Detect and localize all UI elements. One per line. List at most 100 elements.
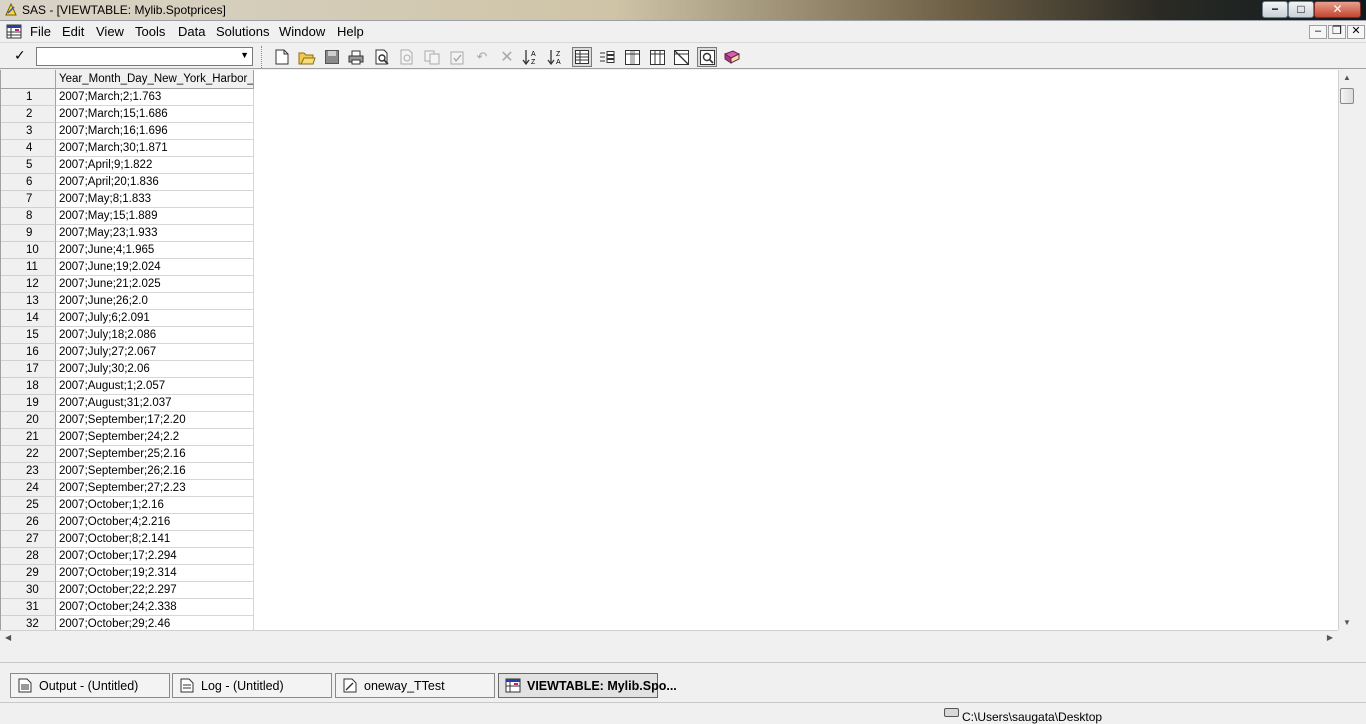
sort-descending-button[interactable]: ZA: [546, 47, 566, 67]
child-close-button[interactable]: ✕: [1347, 25, 1365, 39]
table-cell[interactable]: 2007;October;22;2.297: [56, 582, 254, 599]
table-cell[interactable]: 2007;October;24;2.338: [56, 599, 254, 616]
paste-button[interactable]: [447, 47, 467, 67]
find-button[interactable]: [697, 47, 717, 67]
print-button[interactable]: [346, 47, 366, 67]
minimize-button[interactable]: −: [1262, 1, 1288, 18]
row-number[interactable]: 30: [1, 582, 56, 599]
row-number[interactable]: 19: [1, 395, 56, 412]
table-cell[interactable]: 2007;October;29;2.46: [56, 616, 254, 630]
row-number[interactable]: 32: [1, 616, 56, 630]
row-number[interactable]: 18: [1, 378, 56, 395]
table-cell[interactable]: 2007;September;25;2.16: [56, 446, 254, 463]
row-number[interactable]: 7: [1, 191, 56, 208]
menu-edit[interactable]: Edit: [62, 24, 84, 39]
table-cell[interactable]: 2007;July;18;2.086: [56, 327, 254, 344]
scroll-up-icon[interactable]: ▲: [1339, 73, 1355, 82]
maximize-button[interactable]: □: [1288, 1, 1314, 18]
child-restore-button[interactable]: ❐: [1328, 25, 1346, 39]
tab-output[interactable]: Output - (Untitled): [10, 673, 170, 698]
row-number[interactable]: 3: [1, 123, 56, 140]
row-number[interactable]: 22: [1, 446, 56, 463]
table-cell[interactable]: 2007;May;15;1.889: [56, 208, 254, 225]
table-cell[interactable]: 2007;May;23;1.933: [56, 225, 254, 242]
menu-view[interactable]: View: [96, 24, 124, 39]
sas-app-icon[interactable]: [3, 2, 19, 18]
table-cell[interactable]: 2007;June;21;2.025: [56, 276, 254, 293]
row-number[interactable]: 31: [1, 599, 56, 616]
sort-ascending-button[interactable]: AZ: [521, 47, 541, 67]
table-cell[interactable]: 2007;March;15;1.686: [56, 106, 254, 123]
scroll-right-icon[interactable]: ▶: [1327, 633, 1333, 642]
row-number[interactable]: 23: [1, 463, 56, 480]
cut-button[interactable]: [397, 47, 417, 67]
table-cell[interactable]: 2007;September;24;2.2: [56, 429, 254, 446]
row-number[interactable]: 20: [1, 412, 56, 429]
row-number[interactable]: 9: [1, 225, 56, 242]
row-number[interactable]: 4: [1, 140, 56, 157]
command-input[interactable]: [37, 48, 233, 65]
column-attributes-button[interactable]: [622, 47, 642, 67]
row-number[interactable]: 6: [1, 174, 56, 191]
row-number[interactable]: 5: [1, 157, 56, 174]
hide-column-button[interactable]: [647, 47, 667, 67]
print-preview-button[interactable]: [372, 47, 392, 67]
new-button[interactable]: [272, 47, 292, 67]
table-cell[interactable]: 2007;June;4;1.965: [56, 242, 254, 259]
row-number[interactable]: 27: [1, 531, 56, 548]
table-cell[interactable]: 2007;July;27;2.067: [56, 344, 254, 361]
table-cell[interactable]: 2007;October;17;2.294: [56, 548, 254, 565]
open-button[interactable]: [297, 47, 317, 67]
table-view-button[interactable]: [572, 47, 592, 67]
row-number[interactable]: 25: [1, 497, 56, 514]
row-number[interactable]: 13: [1, 293, 56, 310]
menu-window[interactable]: Window: [279, 24, 325, 39]
menu-tools[interactable]: Tools: [135, 24, 165, 39]
form-view-button[interactable]: [597, 47, 617, 67]
row-number[interactable]: 11: [1, 259, 56, 276]
row-number[interactable]: 26: [1, 514, 56, 531]
table-cell[interactable]: 2007;October;8;2.141: [56, 531, 254, 548]
row-number[interactable]: 29: [1, 565, 56, 582]
table-cell[interactable]: 2007;June;26;2.0: [56, 293, 254, 310]
unhide-column-button[interactable]: [671, 47, 691, 67]
command-box[interactable]: ▼: [36, 47, 253, 66]
viewtable-grid[interactable]: Year_Month_Day_New_York_Harbor_N 1 2007;M…: [0, 70, 1338, 630]
table-cell[interactable]: 2007;September;27;2.23: [56, 480, 254, 497]
tab-viewtable[interactable]: VIEWTABLE: Mylib.Spo...: [498, 673, 677, 698]
row-number[interactable]: 8: [1, 208, 56, 225]
menu-data[interactable]: Data: [178, 24, 205, 39]
table-cell[interactable]: 2007;October;19;2.314: [56, 565, 254, 582]
row-number[interactable]: 16: [1, 344, 56, 361]
tab-oneway-ttest[interactable]: oneway_TTest: [335, 673, 495, 698]
table-cell[interactable]: 2007;June;19;2.024: [56, 259, 254, 276]
row-number[interactable]: 17: [1, 361, 56, 378]
row-number[interactable]: 1: [1, 89, 56, 106]
undo-button[interactable]: ↶: [472, 47, 492, 67]
table-cell[interactable]: 2007;October;1;2.16: [56, 497, 254, 514]
table-cell[interactable]: 2007;August;31;2.037: [56, 395, 254, 412]
chevron-down-icon[interactable]: ▼: [240, 50, 249, 60]
row-number[interactable]: 12: [1, 276, 56, 293]
viewtable-doc-icon[interactable]: [6, 24, 22, 39]
save-button[interactable]: [322, 47, 342, 67]
row-number[interactable]: 24: [1, 480, 56, 497]
help-book-button[interactable]: [722, 47, 742, 67]
menu-solutions[interactable]: Solutions: [216, 24, 269, 39]
menu-file[interactable]: File: [30, 24, 51, 39]
row-number[interactable]: 2: [1, 106, 56, 123]
table-cell[interactable]: 2007;May;8;1.833: [56, 191, 254, 208]
table-cell[interactable]: 2007;July;30;2.06: [56, 361, 254, 378]
table-cell[interactable]: 2007;April;20;1.836: [56, 174, 254, 191]
child-minimize-button[interactable]: –: [1309, 25, 1327, 39]
submit-command-icon[interactable]: ✓: [14, 47, 26, 64]
vertical-scroll-thumb[interactable]: [1340, 88, 1354, 104]
delete-button[interactable]: ✕: [497, 47, 517, 67]
horizontal-scrollbar[interactable]: ◀ ▶: [0, 630, 1338, 646]
row-number[interactable]: 28: [1, 548, 56, 565]
table-cell[interactable]: 2007;March;16;1.696: [56, 123, 254, 140]
scroll-down-icon[interactable]: ▼: [1339, 618, 1355, 627]
table-cell[interactable]: 2007;September;17;2.20: [56, 412, 254, 429]
table-cell[interactable]: 2007;August;1;2.057: [56, 378, 254, 395]
copy-button[interactable]: [422, 47, 442, 67]
